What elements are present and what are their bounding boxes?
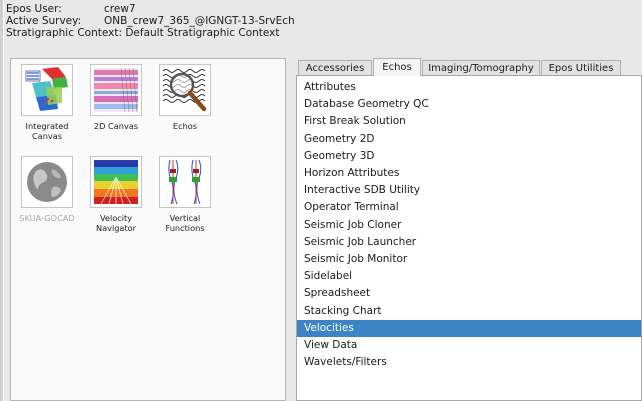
skua-gocad-icon xyxy=(21,156,73,208)
tab-echos[interactable]: Echos xyxy=(373,58,421,76)
session-info-header: Epos User: crew7 Active Survey: ONB_crew7_… xyxy=(4,0,642,54)
2d-canvas-icon xyxy=(90,64,142,116)
tile-label: 2D Canvas xyxy=(93,121,139,131)
tile-velocity-navigator[interactable]: Velocity Navigator xyxy=(83,156,149,233)
list-item[interactable]: Seismic Job Launcher xyxy=(297,234,641,251)
tool-list: Attributes Database Geometry QC First Brea… xyxy=(296,75,642,401)
echos-icon xyxy=(159,64,211,116)
list-item[interactable]: Operator Terminal xyxy=(297,199,641,216)
tool-list-panel: Accessories Echos Imaging/Tomography Epo… xyxy=(296,58,642,401)
tile-integrated-canvas[interactable]: Integrated Canvas xyxy=(14,64,80,141)
tile-label: Velocity Navigator xyxy=(95,213,137,233)
list-item[interactable]: Seismic Job Cloner xyxy=(297,217,641,234)
list-item[interactable]: Velocities xyxy=(297,319,641,337)
tile-label: SKUA-GOCAD xyxy=(19,213,75,223)
tile-skua-gocad[interactable]: SKUA-GOCAD xyxy=(14,156,80,223)
user-label: Epos User: xyxy=(6,3,62,15)
tab-epos-utilities[interactable]: Epos Utilities xyxy=(541,60,621,75)
tile-label: Integrated Canvas xyxy=(25,121,69,141)
tile-2d-canvas[interactable]: 2D Canvas xyxy=(83,64,149,131)
application-icons-panel: Integrated Canvas 2D Canvas Echos SKUA-G… xyxy=(10,58,286,401)
tile-vertical-functions[interactable]: Vertical Functions xyxy=(152,156,218,233)
list-item[interactable]: Horizon Attributes xyxy=(297,165,641,182)
category-tabs: Accessories Echos Imaging/Tomography Epo… xyxy=(298,58,642,76)
list-item[interactable]: Sidelabel xyxy=(297,268,641,285)
list-item[interactable]: Seismic Job Monitor xyxy=(297,251,641,268)
stratigraphic-context: Stratigraphic Context: Default Stratigra… xyxy=(6,27,280,39)
window-left-border xyxy=(0,0,3,401)
tile-label: Vertical Functions xyxy=(165,213,205,233)
list-item[interactable]: First Break Solution xyxy=(297,113,641,130)
tab-imaging-tomography[interactable]: Imaging/Tomography xyxy=(422,60,540,75)
list-item[interactable]: View Data xyxy=(297,337,641,354)
list-item[interactable]: Interactive SDB Utility xyxy=(297,182,641,199)
list-item[interactable]: Database Geometry QC xyxy=(297,96,641,113)
list-item[interactable]: Wavelets/Filters xyxy=(297,354,641,371)
list-item[interactable]: Geometry 3D xyxy=(297,148,641,165)
vertical-functions-icon xyxy=(159,156,211,208)
tile-label: Echos xyxy=(172,121,198,131)
tab-accessories[interactable]: Accessories xyxy=(298,60,372,75)
list-item[interactable]: Spreadsheet xyxy=(297,285,641,302)
survey-label: Active Survey: xyxy=(6,15,82,27)
user-value: crew7 xyxy=(104,3,136,15)
list-item[interactable]: Attributes xyxy=(297,79,641,96)
survey-value: ONB_crew7_365_@IGNGT-13-SrvEch xyxy=(104,15,295,27)
integrated-canvas-icon xyxy=(21,64,73,116)
list-item[interactable]: Stacking Chart xyxy=(297,303,641,320)
list-item[interactable]: Geometry 2D xyxy=(297,131,641,148)
velocity-navigator-icon xyxy=(90,156,142,208)
tile-echos[interactable]: Echos xyxy=(152,64,218,131)
